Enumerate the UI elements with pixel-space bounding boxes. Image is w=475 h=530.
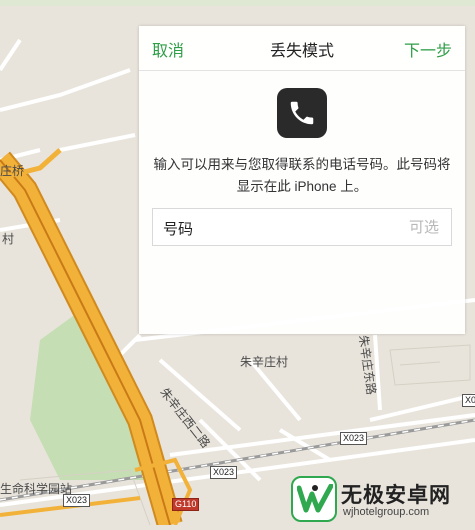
road-shield-x023: X023 [210,466,238,479]
map-label-station: 生命科学园站 [0,482,73,496]
phone-number-field[interactable]: 号码 [152,208,452,246]
map-label-zhuxin-village: 朱辛庄村 [240,355,289,369]
next-button[interactable]: 下一步 [404,37,452,61]
map-label-bridge: 庄桥 [0,164,25,178]
description-text: 输入可以用来与您取得联系的电话号码。此号码将显示在此 iPhone 上。 [153,157,451,194]
phone-icon [277,88,327,138]
panel-header: 取消 丢失模式 下一步 [139,26,465,71]
phone-number-label: 号码 [163,221,194,238]
road-shield-x023: X023 [63,494,91,507]
phone-handset-icon [290,101,314,125]
lost-mode-panel: 取消 丢失模式 下一步 输入可以用来与您取得联系的电话号码。此号码将显示在此 i… [139,26,465,334]
watermark-url: wjhotelgroup.com [343,506,430,518]
brand-logo-icon [291,476,337,522]
watermark: 无极安卓网 wjhotelgroup.com [291,473,475,525]
map-label-village: 村 [2,232,15,246]
phone-number-input[interactable] [237,213,441,241]
watermark-brand: 无极安卓网 [341,484,451,507]
road-shield-x023: X023 [462,394,475,407]
road-shield-x023: X023 [340,432,368,445]
road-shield-g110: G110 [172,498,200,511]
w-logo-icon [297,484,333,513]
